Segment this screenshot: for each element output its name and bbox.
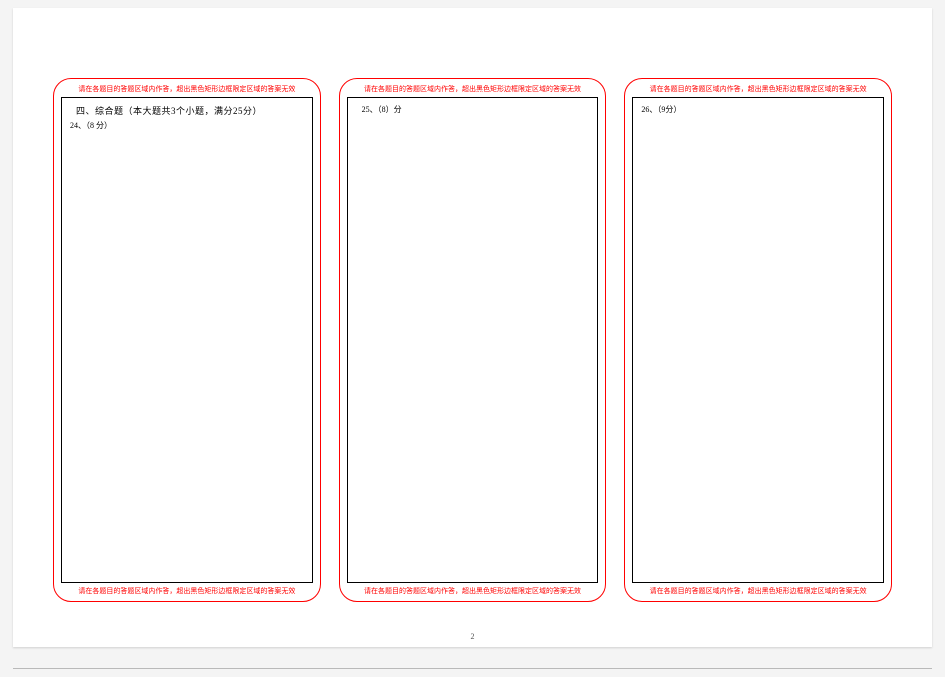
question-label-26: 26、（9分） (641, 104, 875, 116)
boundary-warning-top: 请在各题目的答题区域内作答，超出黑色矩形边框限定区域的答案无效 (61, 84, 313, 94)
boundary-warning-bottom: 请在各题目的答题区域内作答，超出黑色矩形边框限定区域的答案无效 (61, 586, 313, 596)
answer-area-26[interactable]: 26、（9分） (632, 97, 884, 583)
answer-panel-24: 请在各题目的答题区域内作答，超出黑色矩形边框限定区域的答案无效 四、综合题（本大… (53, 78, 321, 602)
section-heading: 四、综合题（本大题共3个小题，满分25分） (76, 104, 304, 118)
page-number: 2 (13, 632, 932, 641)
question-label-24: 24、（8 分） (70, 120, 304, 132)
answer-panel-25: 请在各题目的答题区域内作答，超出黑色矩形边框限定区域的答案无效 25、（8）分 … (339, 78, 607, 602)
boundary-warning-top: 请在各题目的答题区域内作答，超出黑色矩形边框限定区域的答案无效 (632, 84, 884, 94)
question-label-25: 25、（8）分 (362, 104, 590, 116)
boundary-warning-top: 请在各题目的答题区域内作答，超出黑色矩形边框限定区域的答案无效 (347, 84, 599, 94)
boundary-warning-bottom: 请在各题目的答题区域内作答，超出黑色矩形边框限定区域的答案无效 (347, 586, 599, 596)
boundary-warning-bottom: 请在各题目的答题区域内作答，超出黑色矩形边框限定区域的答案无效 (632, 586, 884, 596)
answer-area-25[interactable]: 25、（8）分 (347, 97, 599, 583)
panel-row: 请在各题目的答题区域内作答，超出黑色矩形边框限定区域的答案无效 四、综合题（本大… (53, 78, 892, 602)
answer-sheet-page: 请在各题目的答题区域内作答，超出黑色矩形边框限定区域的答案无效 四、综合题（本大… (13, 8, 932, 647)
answer-panel-26: 请在各题目的答题区域内作答，超出黑色矩形边框限定区域的答案无效 26、（9分） … (624, 78, 892, 602)
answer-area-24[interactable]: 四、综合题（本大题共3个小题，满分25分） 24、（8 分） (61, 97, 313, 583)
